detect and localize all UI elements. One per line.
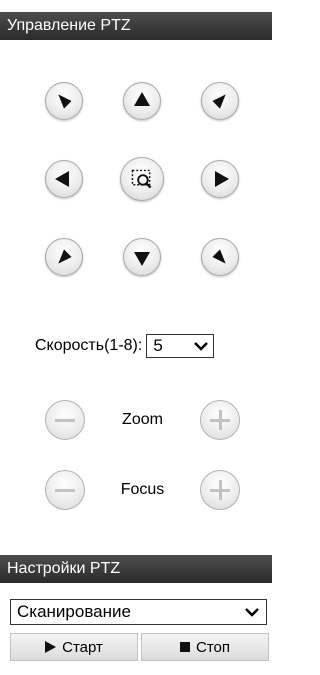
focus-label: Focus	[120, 481, 165, 498]
zoom-label: Zoom	[122, 411, 163, 428]
pan-up-left-button[interactable]	[45, 82, 83, 120]
ptz-settings-header: Настройки PTZ	[0, 555, 272, 583]
arrow-down-left-icon	[58, 249, 72, 264]
speed-row: Скорость(1-8): 5	[35, 333, 215, 359]
ptz-control-header: Управление PTZ	[0, 12, 272, 40]
play-icon	[45, 641, 57, 653]
zoom-row: Zoom	[45, 400, 245, 440]
chevron-down-icon	[194, 342, 209, 351]
zoom-area-icon	[131, 169, 152, 189]
ptz-mode-value: Сканирование	[17, 602, 131, 621]
arrow-up-right-icon	[212, 94, 226, 109]
minus-icon	[55, 489, 75, 492]
focus-near-button[interactable]	[45, 470, 85, 510]
pan-down-left-button[interactable]	[45, 238, 83, 276]
arrow-down-icon	[134, 252, 150, 266]
stop-label: Стоп	[196, 638, 230, 656]
chevron-down-icon	[245, 608, 259, 617]
minus-icon	[55, 419, 75, 422]
speed-select[interactable]: 5	[146, 334, 215, 358]
focus-row: Focus	[45, 470, 245, 510]
pan-down-right-button[interactable]	[201, 238, 239, 276]
arrow-right-icon	[215, 171, 229, 187]
arrow-down-right-icon	[212, 249, 226, 264]
pan-up-button[interactable]	[123, 82, 161, 120]
start-label: Старт	[62, 638, 103, 656]
ptz-mode-select[interactable]: Сканирование	[10, 599, 267, 625]
pan-right-button[interactable]	[201, 160, 239, 198]
pan-up-right-button[interactable]	[201, 82, 239, 120]
arrow-up-left-icon	[58, 94, 72, 109]
stop-icon	[180, 642, 190, 652]
pan-left-button[interactable]	[45, 160, 83, 198]
focus-far-button[interactable]	[200, 470, 240, 510]
pan-down-button[interactable]	[123, 238, 161, 276]
speed-label: Скорость(1-8):	[35, 337, 143, 354]
start-button[interactable]: Старт	[10, 633, 138, 661]
arrow-left-icon	[55, 171, 69, 187]
ptz-direction-pad	[45, 82, 251, 278]
ptz-settings-title: Настройки PTZ	[7, 560, 121, 577]
zoom-out-button[interactable]	[45, 400, 85, 440]
speed-value: 5	[153, 336, 163, 355]
ptz-center-button[interactable]	[120, 157, 164, 201]
ptz-control-title: Управление PTZ	[7, 17, 131, 34]
zoom-in-button[interactable]	[200, 400, 240, 440]
arrow-up-icon	[134, 92, 150, 106]
stop-button[interactable]: Стоп	[141, 633, 269, 661]
